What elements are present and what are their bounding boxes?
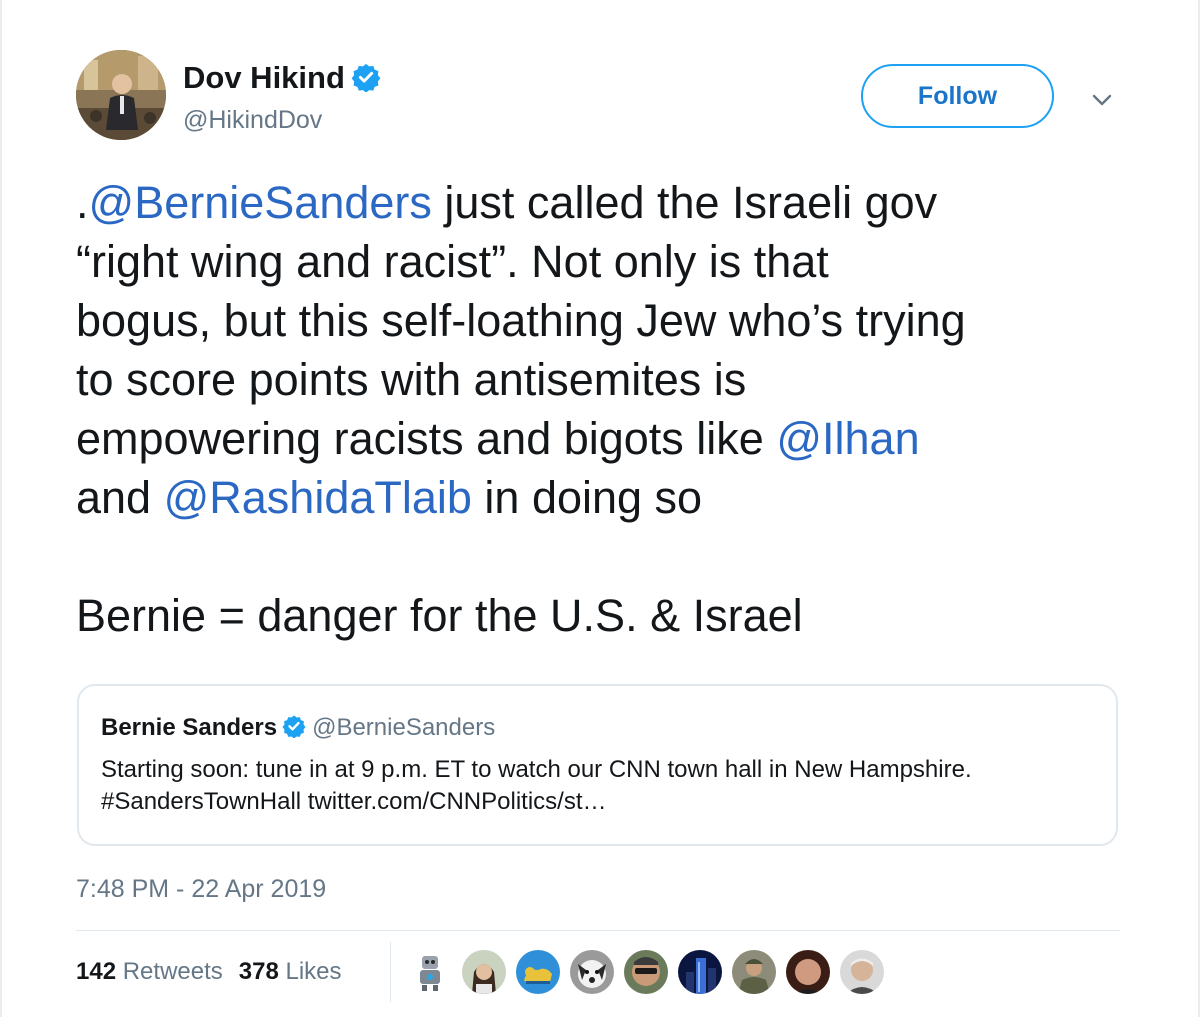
author-handle[interactable]: @HikindDov	[183, 104, 322, 136]
quoted-tweet-line: #SandersTownHall twitter.com/CNNPolitics…	[101, 788, 607, 815]
tweet-text-fragment: just called the Israeli gov	[431, 177, 938, 228]
liker-avatar-man-sunglasses[interactable]	[624, 950, 668, 994]
divider	[76, 930, 1120, 931]
quoted-tweet-line: Starting soon: tune in at 9 p.m. ET to w…	[101, 756, 972, 783]
mention-link[interactable]: @BernieSanders	[89, 177, 432, 228]
mention-link[interactable]: @Ilhan	[776, 413, 919, 464]
verified-badge-icon	[351, 62, 381, 102]
retweets-label: Retweets	[122, 958, 223, 985]
author-avatar[interactable]	[76, 50, 166, 140]
retweets-count: 142	[76, 958, 117, 985]
quoted-tweet-text: Starting soon: tune in at 9 p.m. ET to w…	[101, 754, 972, 818]
tweet-text-fragment: and	[76, 472, 164, 523]
tweet-text-fragment: .	[76, 177, 89, 228]
quoted-author-handle: @BernieSanders	[312, 714, 496, 741]
liker-avatar-lion[interactable]	[516, 950, 560, 994]
likes-count: 378	[238, 958, 279, 985]
quoted-tweet[interactable]: Bernie Sanders @BernieSanders Starting so…	[77, 684, 1118, 846]
likes-stat[interactable]: 378 Likes	[239, 958, 342, 985]
retweets-stat[interactable]: 142 Retweets	[76, 958, 223, 985]
tweet-line: bogus, but this self-loathing Jew who’s …	[76, 295, 966, 346]
author-name-text[interactable]: Dov Hikind	[183, 60, 345, 95]
tweet-text-fragment: in doing so	[471, 472, 703, 523]
likes-label: Likes	[285, 958, 342, 985]
chevron-down-icon[interactable]	[1090, 90, 1114, 110]
liker-avatar-robot[interactable]	[408, 950, 452, 994]
tweet-line: and @RashidaTlaib in doing so	[76, 468, 1166, 527]
tweet-text-fragment: empowering racists and bigots like	[76, 413, 777, 464]
follow-button[interactable]: Follow	[861, 64, 1054, 128]
tweet-text: .@BernieSanders just called the Israeli …	[76, 173, 1166, 645]
tweet-line: empowering racists and bigots like @Ilha…	[76, 409, 1166, 468]
quoted-tweet-header: Bernie Sanders @BernieSanders	[101, 712, 495, 747]
liker-avatar-dog[interactable]	[570, 950, 614, 994]
liker-avatar-older-man[interactable]	[840, 950, 884, 994]
quoted-author-name: Bernie Sanders	[101, 714, 278, 741]
tweet-line: .@BernieSanders just called the Israeli …	[76, 173, 1166, 232]
tweet-line: to score points with antisemites is	[76, 354, 747, 405]
tweet-timestamp[interactable]: 7:48 PM - 22 Apr 2019	[76, 872, 326, 906]
mention-link[interactable]: @RashidaTlaib	[164, 472, 472, 523]
author-name[interactable]: Dov Hikind	[183, 58, 381, 102]
liker-avatar-city[interactable]	[678, 950, 722, 994]
stats-separator	[390, 942, 391, 1002]
tweet-stats: 142 Retweets 378 Likes	[76, 955, 342, 989]
liker-avatar-soldier[interactable]	[732, 950, 776, 994]
liker-avatar-woman[interactable]	[462, 950, 506, 994]
tweet-line: Bernie = danger for the U.S. & Israel	[76, 590, 803, 641]
paragraph-break	[76, 527, 1166, 586]
liker-avatars	[408, 950, 894, 996]
verified-badge-icon	[282, 714, 306, 747]
liker-avatar-man[interactable]	[786, 950, 830, 994]
tweet-line: “right wing and racist”. Not only is tha…	[76, 236, 829, 287]
